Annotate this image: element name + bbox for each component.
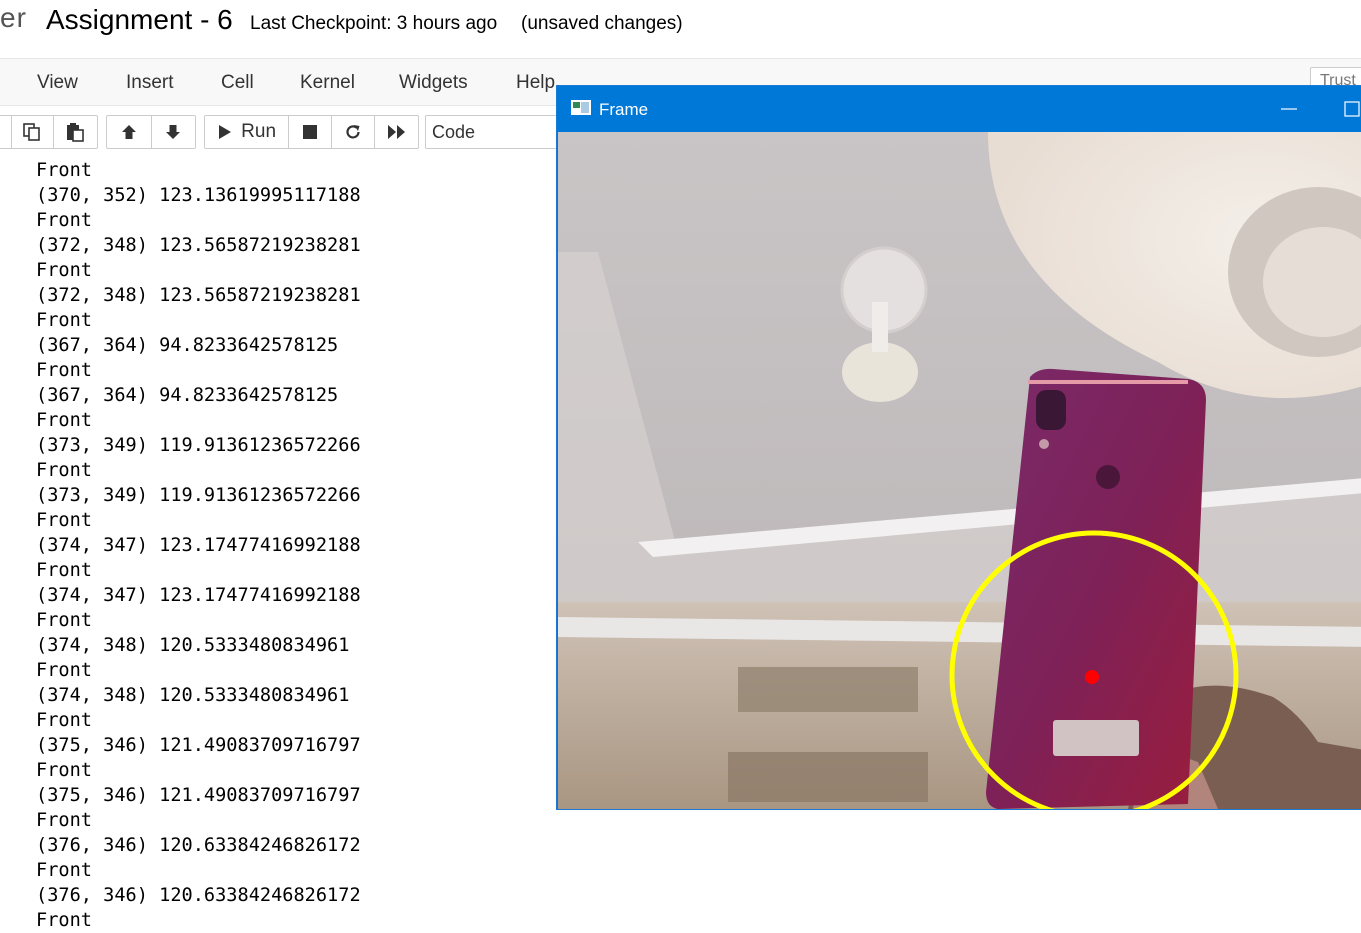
clipboard-button-group [0, 115, 98, 149]
output-position-line: (376, 346) 120.63384246826172 [36, 835, 361, 856]
output-direction-line: Front [36, 510, 92, 531]
play-icon [219, 125, 232, 139]
output-direction-line: Front [36, 610, 92, 631]
output-direction-line: Front [36, 910, 92, 931]
output-direction-line: Front [36, 460, 92, 481]
copy-icon [23, 123, 41, 141]
output-position-line: (374, 348) 120.5333480834961 [36, 635, 350, 656]
opencv-frame-window[interactable]: Frame [556, 85, 1361, 810]
camera-image [558, 132, 1361, 809]
output-direction-line: Front [36, 360, 92, 381]
fast-forward-icon [387, 125, 405, 139]
notebook-title[interactable]: Assignment - 6 [46, 4, 233, 36]
window-pane [738, 667, 918, 712]
output-position-line: (375, 346) 121.49083709716797 [36, 735, 361, 756]
camera-frame [558, 132, 1361, 809]
output-position-line: (374, 347) 123.17477416992188 [36, 535, 361, 556]
output-direction-line: Front [36, 760, 92, 781]
output-position-line: (370, 352) 123.13619995117188 [36, 185, 361, 206]
phone-fingerprint [1096, 465, 1120, 489]
interrupt-button[interactable] [289, 116, 332, 148]
window-pane-lower [728, 752, 928, 802]
phone-label [1053, 720, 1139, 756]
tracking-center-dot [1085, 670, 1099, 684]
output-direction-line: Front [36, 260, 92, 281]
cell-output: Front (370, 352) 123.13619995117188 Front (… [36, 158, 361, 933]
output-direction-line: Front [36, 810, 92, 831]
restart-icon [346, 125, 360, 139]
output-direction-line: Front [36, 310, 92, 331]
output-position-line: (372, 348) 123.56587219238281 [36, 285, 361, 306]
arrow-down-icon [166, 125, 181, 139]
output-direction-line: Front [36, 560, 92, 581]
move-down-button[interactable] [152, 116, 195, 148]
paste-button[interactable] [54, 116, 97, 148]
ceiling-fan-rod [872, 302, 888, 352]
menu-cell[interactable]: Cell [221, 72, 254, 94]
menu-view[interactable]: View [37, 72, 78, 94]
menu-kernel[interactable]: Kernel [300, 72, 355, 94]
output-position-line: (367, 364) 94.8233642578125 [36, 335, 339, 356]
output-position-line: (375, 346) 121.49083709716797 [36, 785, 361, 806]
copy-button[interactable] [12, 116, 54, 148]
run-button-group: Run [204, 115, 419, 149]
output-position-line: (367, 364) 94.8233642578125 [36, 385, 339, 406]
arrow-up-icon [121, 125, 136, 139]
last-checkpoint-text: Last Checkpoint: 3 hours ago [250, 13, 498, 34]
output-direction-line: Front [36, 410, 92, 431]
jupyter-logo-fragment[interactable]: er [0, 2, 27, 34]
move-button-group [106, 115, 196, 149]
menu-widgets[interactable]: Widgets [399, 72, 468, 94]
window-titlebar[interactable]: Frame [557, 86, 1361, 132]
output-position-line: (376, 346) 120.63384246826172 [36, 885, 361, 906]
restart-run-all-button[interactable] [375, 116, 418, 148]
window-title: Frame [599, 100, 649, 119]
output-position-line: (374, 348) 120.5333480834961 [36, 685, 350, 706]
output-direction-line: Front [36, 210, 92, 231]
run-label: Run [241, 121, 277, 142]
cut-button[interactable] [0, 116, 12, 148]
run-button[interactable]: Run [205, 116, 290, 148]
unsaved-changes-text: (unsaved changes) [521, 13, 683, 34]
menu-help[interactable]: Help [516, 72, 555, 94]
paste-icon [67, 123, 85, 142]
output-position-line: (373, 349) 119.91361236572266 [36, 435, 361, 456]
output-position-line: (373, 349) 119.91361236572266 [36, 485, 361, 506]
restart-button[interactable] [332, 116, 376, 148]
output-direction-line: Front [36, 160, 92, 181]
output-direction-line: Front [36, 710, 92, 731]
window-app-icon [571, 100, 591, 115]
menu-insert[interactable]: Insert [126, 72, 174, 94]
stop-icon [303, 125, 317, 139]
output-direction-line: Front [36, 660, 92, 681]
output-position-line: (374, 347) 123.17477416992188 [36, 585, 361, 606]
notebook-header: er Assignment - 6 Last Checkpoint: 3 hou… [0, 0, 1361, 59]
output-position-line: (372, 348) 123.56587219238281 [36, 235, 361, 256]
minimize-icon[interactable] [1279, 94, 1299, 124]
maximize-icon[interactable] [1343, 94, 1361, 124]
phone-camera [1036, 390, 1066, 430]
move-up-button[interactable] [107, 116, 152, 148]
output-direction-line: Front [36, 860, 92, 881]
phone-flash [1039, 439, 1049, 449]
